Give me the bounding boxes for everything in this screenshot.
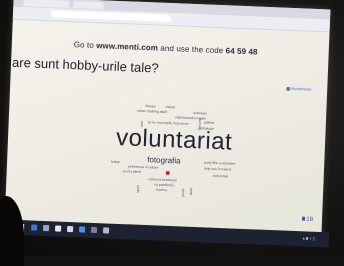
cloud-word: fotbal [111, 159, 120, 165]
cloud-word: citesc tracking adult [137, 108, 168, 114]
cloud-word: concertele [212, 173, 229, 179]
taskbar-app-icon[interactable] [66, 225, 74, 233]
cloud-word: muzica [155, 187, 167, 193]
cloud-word: timp sau în natură [203, 166, 232, 172]
cloud-word-second: fotografia [147, 155, 181, 166]
cloud-word: sa ma plimb [122, 169, 142, 174]
taskbar-app-icon[interactable] [31, 224, 38, 231]
taskbar-app-icon[interactable] [43, 224, 50, 232]
cloud-word: jocuri [180, 188, 186, 197]
heart-icon [165, 170, 170, 176]
cloud-word: sport [135, 185, 141, 193]
system-tray[interactable]: ▴ ▮ ◖ ▯ [303, 235, 315, 240]
response-counter: 18 [302, 216, 313, 223]
projector-screen: Go to www.menti.com and use the code 64 … [4, 0, 331, 238]
cloud-word: dans [188, 187, 194, 196]
cloud-word: excursii [197, 117, 202, 130]
cloud-word: party like a volunteer [204, 160, 236, 166]
taskbar-app-icon[interactable] [78, 226, 86, 233]
taskbar-app-icon[interactable] [54, 225, 62, 232]
cloud-word-top: voluntariat [115, 123, 233, 156]
word-cloud: filmare vizitari citesc tracking adult v… [5, 0, 331, 237]
taskbar-app-icon[interactable] [102, 227, 110, 234]
cloud-word: politica [203, 120, 215, 125]
cloud-word: activitate [193, 111, 207, 116]
taskbar-app-icon[interactable] [90, 226, 98, 234]
user-icon [302, 216, 306, 221]
cloud-word: arta [139, 121, 144, 128]
